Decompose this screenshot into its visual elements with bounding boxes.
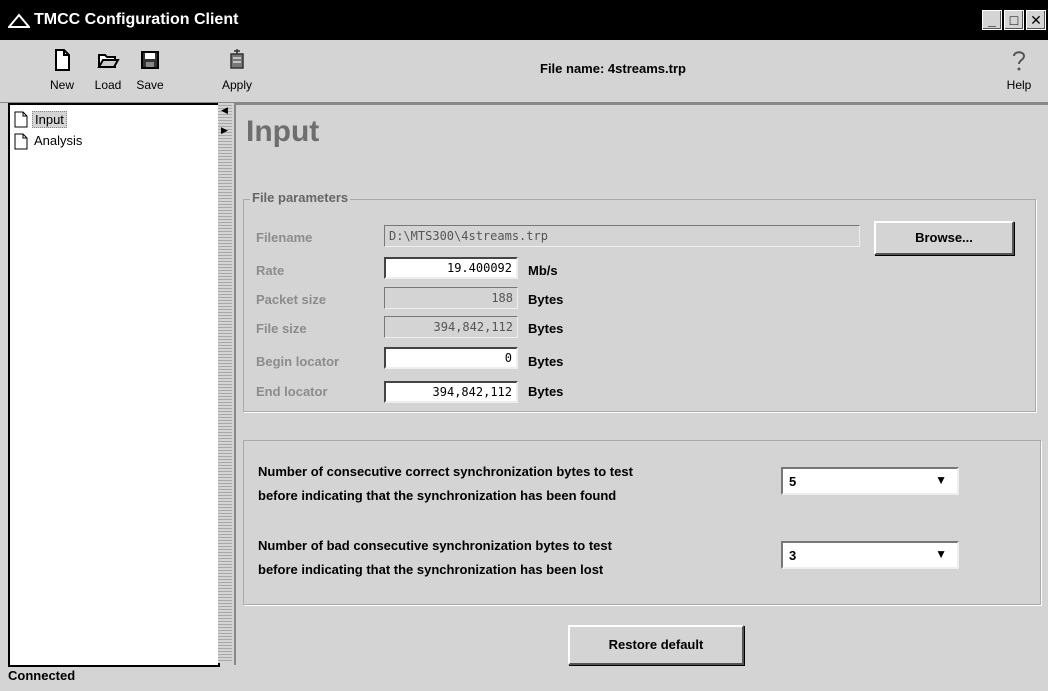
new-label: New [49,78,74,92]
end-locator-label: End locator [256,384,328,399]
document-icon [14,133,28,150]
folder-open-icon [97,54,120,68]
apply-label: Apply [221,78,253,92]
file-name-label: File name: 4streams.trp [540,61,686,76]
minimize-button[interactable]: _ [982,10,1002,30]
help-icon [1013,51,1026,71]
tree-item-label: Input [32,111,67,128]
help-button[interactable]: Help [994,40,1044,102]
begin-locator-field[interactable]: 0 [384,347,518,369]
status-text: Connected [8,668,76,683]
apply-button[interactable]: Apply [212,40,262,102]
rate-unit: Mb/s [528,263,558,278]
rate-label: Rate [256,263,285,278]
dropdown-arrow-icon: ▼ [935,473,947,487]
sync-lost-select[interactable]: 3 ▼ [781,541,959,569]
toolbar: New Load Save Apply File name: 4streams.… [0,40,1048,103]
packet-size-field[interactable]: 188 [384,287,518,309]
apply-icon [230,49,244,69]
sync-found-value: 5 [789,474,797,489]
packet-size-label: Packet size [256,292,327,307]
packet-size-unit: Bytes [528,292,564,307]
new-button[interactable]: New [37,40,87,102]
window-title: TMCC Configuration Client [34,11,239,28]
file-size-label: File size [256,321,307,336]
app-icon [8,13,30,28]
new-file-icon [55,49,70,71]
file-parameters-legend: File parameters [250,190,351,205]
close-button[interactable]: ✕ [1026,10,1046,30]
expand-right-arrow-icon[interactable]: ▶ [221,126,228,135]
navigation-tree: Input Analysis [8,103,220,667]
end-locator-field[interactable]: 394,842,112 [384,381,518,403]
dropdown-arrow-icon: ▼ [935,547,947,561]
filename-label: Filename [256,230,313,245]
save-button[interactable]: Save [125,40,175,102]
help-label: Help [1006,78,1032,92]
page-title: Input [246,115,320,148]
rate-field[interactable]: 19.400092 [384,257,518,279]
title-bar[interactable]: TMCC Configuration Client _ □ ✕ [0,0,1048,40]
filename-field[interactable]: D:\MTS300\4streams.trp [384,225,860,247]
sync-found-question: Number of consecutive correct synchroniz… [258,464,633,503]
collapse-left-arrow-icon[interactable]: ◀ [221,106,228,115]
floppy-disk-icon [141,51,159,69]
save-label: Save [136,78,164,92]
restore-default-button[interactable]: Restore default [568,625,744,665]
sync-lost-question: Number of bad consecutive synchronizatio… [258,538,612,577]
file-size-field[interactable]: 394,842,112 [384,316,518,338]
document-icon [14,111,28,128]
file-size-unit: Bytes [528,321,564,336]
end-locator-unit: Bytes [528,384,564,399]
begin-locator-label: Begin locator [256,354,340,369]
sync-lost-value: 3 [789,548,797,563]
maximize-button[interactable]: □ [1004,10,1024,30]
panel-splitter[interactable] [218,103,232,663]
browse-button[interactable]: Browse... [874,221,1014,255]
tree-item-label: Analysis [34,133,83,148]
begin-locator-unit: Bytes [528,354,564,369]
sync-found-select[interactable]: 5 ▼ [781,467,959,495]
